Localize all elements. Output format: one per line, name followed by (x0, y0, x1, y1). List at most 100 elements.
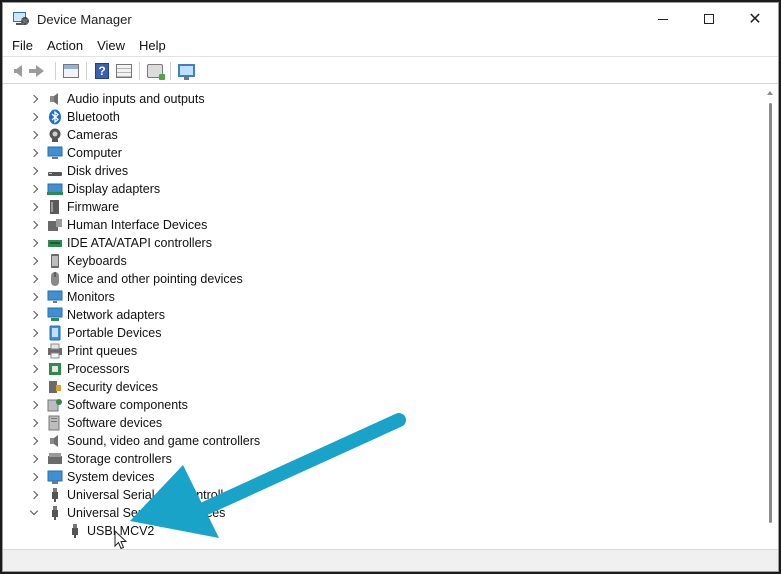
tree-category-row[interactable]: Universal Serial Bus controllers (3, 486, 763, 504)
device-tree: Audio inputs and outputs Bluetooth Cameras… (3, 85, 763, 549)
menu-help[interactable]: Help (132, 36, 173, 56)
tree-category-label: Firmware (67, 200, 120, 214)
tree-category-label: Monitors (67, 290, 115, 304)
tree-category-label: Display adapters (67, 182, 161, 196)
tree-category-label: Human Interface Devices (67, 218, 208, 232)
speaker-icon (47, 433, 63, 449)
chevron-right-icon[interactable] (29, 126, 39, 144)
tree-category-row[interactable]: IDE ATA/ATAPI controllers (3, 234, 763, 252)
tree-category-row[interactable]: System devices (3, 468, 763, 486)
chevron-right-icon[interactable] (29, 360, 39, 378)
tree-category-row[interactable]: Network adapters (3, 306, 763, 324)
tree-category-row[interactable]: Processors (3, 360, 763, 378)
close-icon: ✕ (748, 11, 762, 28)
tree-category-label: System devices (67, 470, 155, 484)
tree-category-row[interactable]: Storage controllers (3, 450, 763, 468)
chevron-right-icon[interactable] (29, 468, 39, 486)
ide-controller-icon (47, 235, 63, 251)
computer-icon (47, 145, 63, 161)
tree-category-row[interactable]: Cameras (3, 126, 763, 144)
properties-button[interactable] (113, 60, 135, 82)
tree-category-row[interactable]: Human Interface Devices (3, 216, 763, 234)
security-device-icon (47, 379, 63, 395)
tree-category-row[interactable]: Sound, video and game controllers (3, 432, 763, 450)
tree-category-label: Print queues (67, 344, 138, 358)
tree-category-row[interactable]: Portable Devices (3, 324, 763, 342)
tree-category-row[interactable]: Print queues (3, 342, 763, 360)
tree-category-label: Universal Serial Bus controllers (67, 488, 241, 502)
monitor-icon (47, 289, 63, 305)
tree-category-label: Cameras (67, 128, 118, 142)
tree-category-row[interactable]: Universal Serial Bus devices (3, 504, 763, 522)
chevron-down-icon[interactable] (29, 504, 39, 522)
chevron-right-icon[interactable] (29, 414, 39, 432)
scan-hardware-changes-button[interactable] (175, 60, 197, 82)
tree-category-row[interactable]: Disk drives (3, 162, 763, 180)
tree-category-label: Network adapters (67, 308, 165, 322)
vertical-scrollbar[interactable] (766, 89, 774, 535)
tree-category-row[interactable]: Firmware (3, 198, 763, 216)
chevron-right-icon[interactable] (29, 90, 39, 108)
tree-category-row[interactable]: Monitors (3, 288, 763, 306)
chevron-right-icon[interactable] (29, 144, 39, 162)
maximize-icon (704, 14, 714, 24)
maximize-button[interactable] (686, 3, 732, 35)
tree-category-row[interactable]: Software components (3, 396, 763, 414)
printer-icon (47, 343, 63, 359)
chevron-right-icon[interactable] (29, 252, 39, 270)
chevron-right-icon[interactable] (29, 162, 39, 180)
device-manager-window: Device Manager ✕ File Action View Help ?… (2, 2, 779, 572)
chevron-right-icon[interactable] (29, 234, 39, 252)
tree-category-row[interactable]: Keyboards (3, 252, 763, 270)
chevron-right-icon[interactable] (29, 450, 39, 468)
tree-category-row[interactable]: Computer (3, 144, 763, 162)
chevron-right-icon[interactable] (29, 198, 39, 216)
tree-category-row[interactable]: Software devices (3, 414, 763, 432)
chevron-right-icon[interactable] (29, 270, 39, 288)
chevron-right-icon[interactable] (29, 180, 39, 198)
show-hide-console-tree-button[interactable] (60, 60, 82, 82)
help-button[interactable]: ? (91, 60, 113, 82)
tree-category-label: Portable Devices (67, 326, 162, 340)
camera-icon (47, 127, 63, 143)
update-driver-button[interactable] (144, 60, 166, 82)
tree-category-row[interactable]: Bluetooth (3, 108, 763, 126)
processor-icon (47, 361, 63, 377)
chevron-right-icon[interactable] (29, 432, 39, 450)
device-manager-app-icon (13, 12, 29, 26)
tree-category-row[interactable]: Security devices (3, 378, 763, 396)
toolbar-divider (139, 61, 140, 80)
scrollbar-thumb[interactable] (769, 103, 772, 523)
menu-view[interactable]: View (90, 36, 132, 56)
chevron-right-icon[interactable] (29, 306, 39, 324)
chevron-right-icon[interactable] (29, 288, 39, 306)
tree-category-label: Software components (67, 398, 188, 412)
chevron-right-icon[interactable] (29, 378, 39, 396)
minimize-button[interactable] (640, 3, 686, 35)
close-button[interactable]: ✕ (732, 3, 778, 35)
scan-hardware-changes-icon (177, 64, 195, 80)
bluetooth-icon (47, 109, 63, 125)
menu-file[interactable]: File (5, 36, 40, 56)
status-bar (3, 549, 778, 571)
chevron-right-icon[interactable] (29, 216, 39, 234)
disk-drive-icon (47, 163, 63, 179)
chevron-right-icon[interactable] (29, 486, 39, 504)
usb-icon (47, 487, 63, 503)
chevron-right-icon[interactable] (29, 108, 39, 126)
scroll-up-icon[interactable] (767, 91, 773, 95)
show-hide-console-tree-icon (63, 63, 79, 78)
back-button[interactable] (7, 60, 29, 82)
title-bar: Device Manager ✕ (3, 3, 778, 35)
chevron-right-icon[interactable] (29, 342, 39, 360)
tree-category-row[interactable]: Audio inputs and outputs (3, 90, 763, 108)
forward-button[interactable] (29, 60, 51, 82)
tree-category-row[interactable]: Mice and other pointing devices (3, 270, 763, 288)
menu-action[interactable]: Action (40, 36, 90, 56)
chevron-right-icon[interactable] (29, 324, 39, 342)
tree-category-row[interactable]: Display adapters (3, 180, 763, 198)
chevron-right-icon[interactable] (29, 396, 39, 414)
tree-category-label: Mice and other pointing devices (67, 272, 243, 286)
tree-category-label: Software devices (67, 416, 163, 430)
tree-category-label: Computer (67, 146, 122, 160)
